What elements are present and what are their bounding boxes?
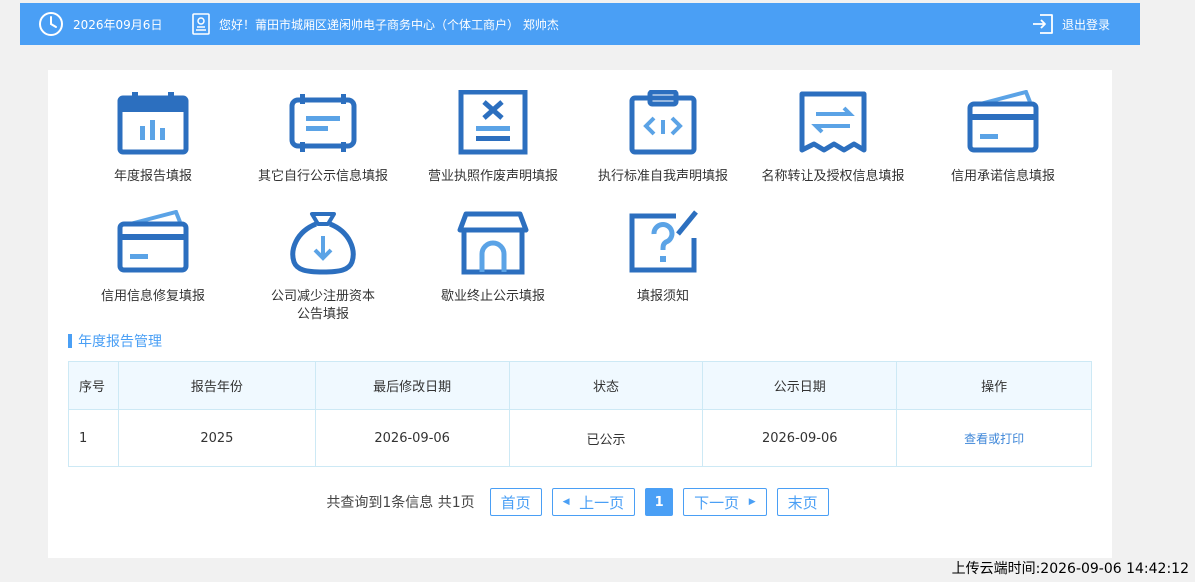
store-icon — [456, 210, 530, 276]
next-page-button[interactable]: 下一页 ▶ — [683, 488, 767, 516]
cell-status: 已公示 — [508, 409, 704, 467]
prev-page-label: 上一页 — [579, 493, 625, 512]
tile-label: 歇业终止公示填报 — [440, 289, 545, 304]
logout-label: 退出登录 — [1061, 17, 1110, 32]
tile-other-disclosure[interactable]: 其它自行公示信息填报 — [238, 90, 408, 186]
signboard-icon — [286, 90, 360, 156]
table-header-row: 序号 报告年份 最后修改日期 状态 公示日期 操作 — [68, 361, 1092, 410]
next-page-label: 下一页 — [694, 493, 740, 512]
tile-label: 填报须知 — [636, 289, 689, 304]
clipboard-code-icon — [626, 90, 700, 156]
logout-icon — [1032, 14, 1054, 34]
cell-published: 2026-09-06 — [702, 409, 898, 467]
tile-label: 执行标准自我声明填报 — [597, 169, 728, 184]
chevron-left-icon: ◀ — [562, 497, 570, 507]
tile-capital-reduction[interactable]: 公司减少注册资本 公告填报 — [238, 210, 408, 324]
tile-credit-commitment[interactable]: 信用承诺信息填报 — [918, 90, 1088, 186]
tile-annual-report[interactable]: 年度报告填报 — [68, 90, 238, 186]
transfer-receipt-icon — [796, 90, 870, 156]
money-bag-down-icon — [286, 210, 360, 276]
date-text: 2026年09月6日 — [73, 17, 163, 32]
date-display: 2026年09月6日 — [38, 3, 162, 45]
tile-license-void[interactable]: 营业执照作废声明填报 — [408, 90, 578, 186]
header-status: 状态 — [508, 361, 704, 410]
section-title: 年度报告管理 — [68, 332, 162, 350]
last-page-button[interactable]: 末页 — [776, 488, 829, 516]
cell-action: 查看或打印 — [896, 409, 1092, 467]
main-panel: 年度报告填报 其它自行公示信息填报 营业执照作废声明填报 执行标准自我声明填报 … — [48, 70, 1112, 558]
view-print-link[interactable]: 查看或打印 — [964, 432, 1024, 446]
cell-seq: 1 — [68, 409, 119, 467]
top-bar: 2026年09月6日 您好！莆田市城厢区递闲帅电子商务中心（个体工商户） 郑帅杰… — [20, 3, 1140, 45]
credit-card-icon — [966, 90, 1040, 156]
section-title-bar — [68, 334, 72, 348]
tile-credit-repair[interactable]: 信用信息修复填报 — [68, 210, 238, 306]
tile-standard-declaration[interactable]: 执行标准自我声明填报 — [578, 90, 748, 186]
prev-page-button[interactable]: ◀ 上一页 — [551, 488, 636, 516]
tile-label: 名称转让及授权信息填报 — [761, 169, 905, 184]
tile-name-transfer[interactable]: 名称转让及授权信息填报 — [748, 90, 918, 186]
cell-modified: 2026-09-06 — [314, 409, 510, 467]
welcome-text: 您好！莆田市城厢区递闲帅电子商务中心（个体工商户） 郑帅杰 — [219, 17, 559, 32]
chevron-right-icon: ▶ — [748, 497, 756, 507]
license-void-icon — [456, 90, 530, 156]
tile-label: 信用承诺信息填报 — [950, 169, 1055, 184]
tile-label: 年度报告填报 — [113, 169, 192, 184]
clock-icon — [38, 11, 64, 37]
header-action: 操作 — [896, 361, 1092, 410]
pagination-summary: 共查询到1条信息 共1页 — [326, 495, 475, 511]
logout-button[interactable]: 退出登录 — [1032, 3, 1110, 45]
tile-filing-guide[interactable]: 填报须知 — [578, 210, 748, 306]
annual-report-table: 序号 报告年份 最后修改日期 状态 公示日期 操作 1 2025 2026-09… — [68, 361, 1092, 467]
tile-label: 营业执照作废声明填报 — [427, 169, 558, 184]
current-page-button[interactable]: 1 — [645, 488, 674, 516]
pagination: 共查询到1条信息 共1页 首页 ◀ 上一页 1 下一页 ▶ 末页 — [48, 488, 1112, 516]
tile-business-termination[interactable]: 歇业终止公示填报 — [408, 210, 578, 306]
first-page-button[interactable]: 首页 — [489, 488, 542, 516]
tile-label: 其它自行公示信息填报 — [257, 169, 388, 184]
tile-label: 信用信息修复填报 — [100, 289, 205, 304]
header-seq: 序号 — [68, 361, 119, 410]
user-card-icon — [192, 13, 210, 35]
header-published: 公示日期 — [702, 361, 898, 410]
calendar-chart-icon — [116, 90, 190, 156]
cell-year: 2025 — [117, 409, 316, 467]
section-title-text: 年度报告管理 — [78, 334, 162, 350]
header-year: 报告年份 — [117, 361, 316, 410]
table-row: 1 2025 2026-09-06 已公示 2026-09-06 查看或打印 — [68, 409, 1092, 467]
credit-card-icon — [116, 210, 190, 276]
welcome-display: 您好！莆田市城厢区递闲帅电子商务中心（个体工商户） 郑帅杰 — [192, 3, 559, 45]
tile-label: 公司减少注册资本 公告填报 — [270, 289, 375, 322]
upload-time: 上传云端时间:2026-09-06 14:42:12 — [951, 561, 1189, 577]
question-edit-icon — [626, 210, 700, 276]
header-modified: 最后修改日期 — [314, 361, 510, 410]
